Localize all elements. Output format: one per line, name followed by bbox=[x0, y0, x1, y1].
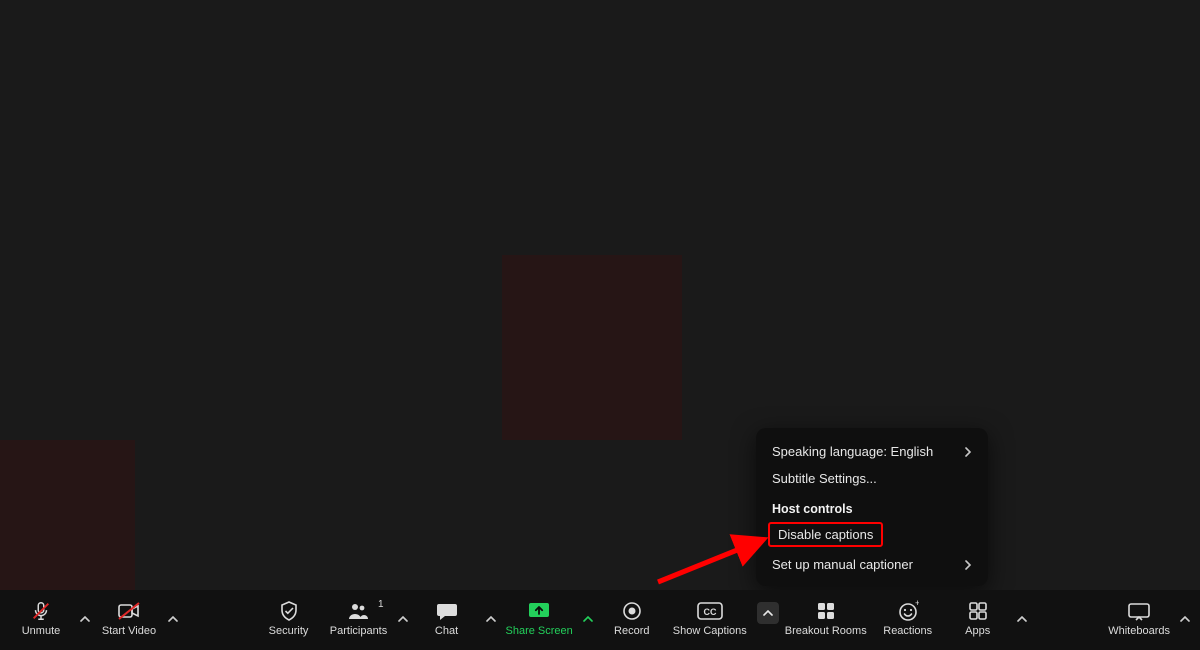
toolbar-label: Reactions bbox=[883, 624, 932, 638]
whiteboards-button[interactable]: Whiteboards bbox=[1102, 596, 1176, 644]
chat-options-caret[interactable] bbox=[482, 616, 500, 644]
share-screen-button[interactable]: Share Screen bbox=[500, 596, 579, 644]
toolbar-group-center: Security 1 Participants Chat bbox=[254, 596, 1031, 644]
security-button[interactable]: Security bbox=[254, 596, 324, 644]
start-video-button[interactable]: Start Video bbox=[94, 596, 164, 644]
apps-options-caret[interactable] bbox=[1013, 616, 1031, 644]
shield-icon bbox=[276, 600, 302, 622]
show-captions-button[interactable]: CC Show Captions bbox=[667, 596, 753, 644]
toolbar-label: Share Screen bbox=[506, 624, 573, 638]
closed-captions-icon: CC bbox=[697, 600, 723, 622]
breakout-rooms-icon bbox=[813, 600, 839, 622]
reactions-button[interactable]: + Reactions bbox=[873, 596, 943, 644]
reactions-icon: + bbox=[895, 600, 921, 622]
toolbar-group-left: Unmute Start Video bbox=[6, 596, 182, 644]
menu-item-manual-captioner[interactable]: Set up manual captioner bbox=[756, 551, 988, 578]
menu-item-label: Disable captions bbox=[778, 527, 873, 542]
whiteboards-options-caret[interactable] bbox=[1176, 616, 1194, 644]
menu-item-speaking-language[interactable]: Speaking language: English bbox=[756, 438, 988, 465]
toolbar-label: Breakout Rooms bbox=[785, 624, 867, 638]
toolbar-label: Start Video bbox=[102, 624, 156, 638]
chevron-right-icon bbox=[965, 560, 972, 570]
captions-options-menu: Speaking language: English Subtitle Sett… bbox=[756, 428, 988, 586]
video-tile bbox=[0, 440, 135, 590]
captions-options-caret[interactable] bbox=[757, 602, 779, 624]
video-area bbox=[0, 0, 1200, 590]
toolbar-label: Apps bbox=[965, 624, 990, 638]
svg-text:CC: CC bbox=[703, 607, 716, 617]
breakout-rooms-button[interactable]: Breakout Rooms bbox=[779, 596, 873, 644]
toolbar-label: Whiteboards bbox=[1108, 624, 1170, 638]
participants-count: 1 bbox=[378, 598, 384, 612]
participants-icon bbox=[346, 600, 372, 622]
toolbar-label: Participants bbox=[330, 624, 387, 638]
share-screen-icon bbox=[526, 600, 552, 622]
participants-options-caret[interactable] bbox=[394, 616, 412, 644]
audio-options-caret[interactable] bbox=[76, 616, 94, 644]
camera-off-icon bbox=[116, 600, 142, 622]
participants-button[interactable]: 1 Participants bbox=[324, 596, 394, 644]
record-icon bbox=[619, 600, 645, 622]
unmute-button[interactable]: Unmute bbox=[6, 596, 76, 644]
toolbar-label: Chat bbox=[435, 624, 458, 638]
whiteboard-icon bbox=[1126, 600, 1152, 622]
chat-button[interactable]: Chat bbox=[412, 596, 482, 644]
menu-section-header: Host controls bbox=[756, 492, 988, 520]
apps-button[interactable]: Apps bbox=[943, 596, 1013, 644]
meeting-toolbar: Unmute Start Video Security bbox=[0, 590, 1200, 650]
record-button[interactable]: Record bbox=[597, 596, 667, 644]
toolbar-label: Unmute bbox=[22, 624, 61, 638]
menu-item-label: Set up manual captioner bbox=[772, 557, 913, 572]
toolbar-group-right: Whiteboards bbox=[1102, 596, 1194, 644]
chat-icon bbox=[434, 600, 460, 622]
toolbar-label: Record bbox=[614, 624, 649, 638]
video-tile bbox=[502, 255, 682, 440]
toolbar-label: Security bbox=[269, 624, 309, 638]
share-options-caret[interactable] bbox=[579, 616, 597, 644]
apps-icon bbox=[965, 600, 991, 622]
chevron-right-icon bbox=[965, 447, 972, 457]
menu-item-label: Subtitle Settings... bbox=[772, 471, 877, 486]
video-options-caret[interactable] bbox=[164, 616, 182, 644]
menu-item-subtitle-settings[interactable]: Subtitle Settings... bbox=[756, 465, 988, 492]
toolbar-label: Show Captions bbox=[673, 624, 747, 638]
svg-text:+: + bbox=[915, 600, 919, 608]
menu-item-disable-captions[interactable]: Disable captions bbox=[768, 522, 883, 547]
menu-item-label: Speaking language: English bbox=[772, 444, 933, 459]
microphone-muted-icon bbox=[28, 600, 54, 622]
